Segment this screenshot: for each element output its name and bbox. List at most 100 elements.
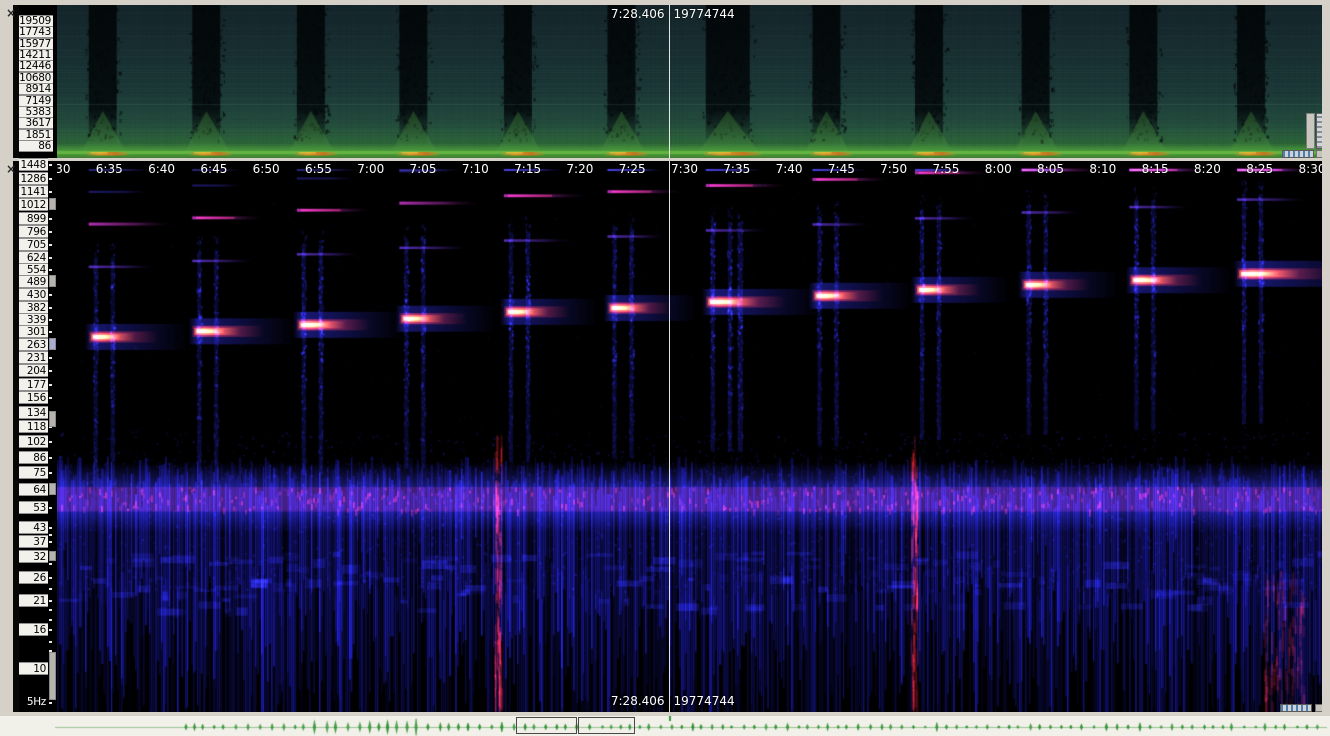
freq-label: 8914 [19, 83, 53, 95]
time-axis-label: 8:10 [1081, 162, 1125, 176]
freq-label: 1448 [19, 158, 48, 171]
freq-label: 5Hz [19, 696, 48, 709]
scale-tick [49, 577, 52, 579]
scale-marker-handle[interactable] [49, 198, 56, 210]
scale-marker-handle[interactable] [49, 483, 56, 495]
freq-label: 118 [19, 420, 48, 433]
freq-label: 705 [19, 238, 48, 251]
freq-label: 1286 [19, 172, 48, 185]
time-axis-label: 8:00 [976, 162, 1020, 176]
horizontal-zoom-wheel-top[interactable] [1282, 150, 1314, 158]
freq-label: 102 [19, 435, 48, 448]
scale-marker-handle[interactable] [49, 411, 56, 427]
overview-selection-box[interactable] [578, 717, 635, 734]
time-axis-label: 8:05 [1029, 162, 1073, 176]
freq-label: 3617 [19, 117, 53, 129]
scale-tick [49, 629, 52, 631]
scale-tick [49, 641, 52, 643]
freq-label: 17743 [19, 26, 53, 38]
frequency-axis-bottom: 1448128611411012899796705624554489430382… [19, 161, 48, 712]
freq-label: 1851 [19, 129, 53, 141]
freq-label: 430 [19, 288, 48, 301]
scale-marker-handle[interactable] [49, 551, 56, 561]
freq-label: 231 [19, 351, 48, 364]
scale-marker-handle[interactable] [49, 275, 56, 287]
scale-marker-handle[interactable] [49, 338, 56, 350]
spectrogram-canvas-top[interactable] [57, 5, 1322, 158]
time-axis-label: 7:10 [453, 162, 497, 176]
frequency-axis-top: 1950917743159771421112446106808914714953… [19, 5, 53, 158]
scale-tick [49, 244, 52, 246]
time-axis-label: 6:50 [244, 162, 288, 176]
freq-label: 1141 [19, 185, 48, 198]
scale-tick [49, 457, 52, 459]
time-axis-label: 7:50 [872, 162, 916, 176]
freq-label: 15977 [19, 38, 53, 50]
freq-label: 86 [19, 140, 53, 152]
freq-label: 37 [19, 535, 48, 548]
time-axis-label: 8:25 [1238, 162, 1282, 176]
scale-tick [49, 357, 52, 359]
cursor-sample-bottom: 19774744 [674, 694, 735, 708]
freq-label: 75 [19, 466, 48, 479]
time-axis-label: 8:15 [1133, 162, 1177, 176]
time-axis-label: 6:40 [140, 162, 184, 176]
freq-label: 263 [19, 338, 48, 351]
freq-label: 204 [19, 364, 48, 377]
freq-label: 21 [19, 594, 48, 607]
scale-marker-handle[interactable] [49, 652, 56, 700]
overview-selection-box[interactable] [516, 717, 577, 734]
time-axis-label: 6:55 [296, 162, 340, 176]
waveform-overview-canvas[interactable] [0, 716, 1330, 736]
freq-label: 177 [19, 378, 48, 391]
vertical-zoom-wheel-top[interactable] [1316, 113, 1322, 149]
scale-tick [49, 331, 52, 333]
scale-tick [49, 563, 52, 565]
time-axis-label: 6:35 [87, 162, 131, 176]
close-pane-top-button[interactable]: × [5, 7, 17, 19]
time-axis-label: 7:15 [506, 162, 550, 176]
close-pane-bottom-button[interactable]: × [5, 163, 17, 175]
scale-tick [49, 257, 52, 259]
freq-label: 12446 [19, 60, 53, 72]
zoom-reset-button-top[interactable] [1316, 150, 1322, 158]
scale-tick [49, 702, 52, 704]
scale-tick [49, 472, 52, 474]
freq-label: 26 [19, 571, 48, 584]
time-axis-label: 7:55 [924, 162, 968, 176]
freq-label: 53 [19, 501, 48, 514]
scale-tick [49, 178, 52, 180]
time-axis-label: 8:30 [1290, 162, 1322, 176]
scale-tick [49, 269, 52, 271]
scale-tick [49, 609, 52, 611]
time-axis-label: 6:30 [57, 162, 79, 176]
playback-cursor-top [669, 5, 670, 158]
freq-label: 16 [19, 623, 48, 636]
freq-label: 14211 [19, 49, 53, 61]
scale-tick [49, 441, 52, 443]
vertical-zoom-indicator-top[interactable] [1306, 113, 1315, 149]
scale-tick [49, 541, 52, 543]
app-window: × 19509177431597714211124461068089147149… [0, 0, 1330, 736]
freq-label: 32 [19, 550, 48, 563]
time-axis-label: 7:40 [767, 162, 811, 176]
playback-cursor-bottom [669, 161, 670, 712]
horizontal-zoom-wheel-bottom[interactable] [1280, 704, 1312, 712]
scale-tick [49, 218, 52, 220]
scale-tick [49, 384, 52, 386]
scale-tick [49, 191, 52, 193]
scale-tick [49, 588, 52, 590]
freq-label: 1012 [19, 198, 48, 211]
time-axis-label: 7:45 [819, 162, 863, 176]
freq-label: 5383 [19, 106, 53, 118]
pane-spectrogram-bottom: × 14481286114110128997967056245544894303… [0, 161, 1330, 712]
scale-tick [49, 164, 52, 166]
freq-label: 796 [19, 225, 48, 238]
spectrogram-canvas-bottom[interactable] [57, 161, 1322, 712]
scale-tick [49, 397, 52, 399]
scale-tick [49, 600, 52, 602]
freq-label: 7149 [19, 95, 53, 107]
zoom-reset-button-bottom[interactable] [1315, 704, 1322, 712]
freq-label: 156 [19, 391, 48, 404]
spectrogram-view-bottom: 6:306:356:406:456:506:557:007:057:107:15… [57, 161, 1322, 712]
